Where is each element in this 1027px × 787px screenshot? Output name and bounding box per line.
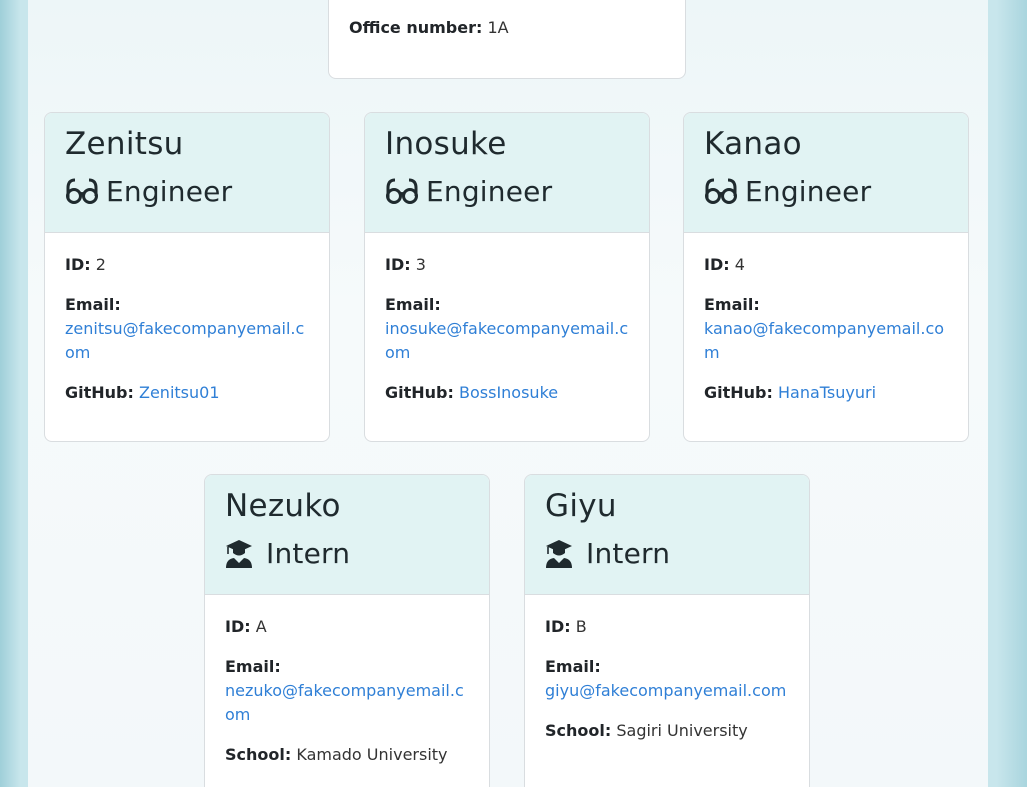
card-header: Kanao Engineer: [684, 113, 968, 233]
id-label: ID:: [545, 617, 571, 636]
employee-name: Nezuko: [225, 488, 341, 524]
employee-role: Engineer: [704, 171, 948, 211]
employee-name: Kanao: [704, 126, 802, 162]
github-label: GitHub:: [704, 383, 773, 402]
id-field: ID: A: [225, 615, 469, 639]
github-field: GitHub: HanaTsuyuri: [704, 381, 948, 405]
id-label: ID:: [65, 255, 91, 274]
card-header: Inosuke Engineer: [365, 113, 649, 233]
email-label: Email:: [65, 295, 121, 314]
id-value: A: [255, 617, 267, 636]
id-field: ID: B: [545, 615, 789, 639]
github-link[interactable]: HanaTsuyuri: [778, 383, 876, 402]
employee-card-zenitsu: Zenitsu Engineer ID: 2 Email: zenitsu@fa…: [44, 112, 330, 442]
employee-role: Intern: [225, 533, 469, 573]
email-link[interactable]: giyu@fakecompanyemail.com: [545, 681, 786, 700]
school-field: School: Sagiri University: [545, 719, 789, 743]
id-field: ID: 4: [704, 253, 948, 277]
card-header: Giyu Intern: [525, 475, 809, 595]
email-link[interactable]: kanao@fakecompanyemail.com: [704, 319, 944, 362]
graduate-icon: [546, 540, 572, 568]
office-number-label: Office number:: [349, 18, 483, 37]
employee-card-inosuke: Inosuke Engineer ID: 3 Email: inosuke@fa…: [364, 112, 650, 442]
email-link[interactable]: zenitsu@fakecompanyemail.com: [65, 319, 304, 362]
github-link[interactable]: BossInosuke: [459, 383, 558, 402]
school-value: Sagiri University: [616, 721, 748, 740]
office-number-value: 1A: [487, 18, 509, 37]
card-body: ID: A Email: nezuko@fakecompanyemail.com…: [205, 595, 489, 787]
employee-role: Engineer: [65, 171, 309, 211]
team-page: Office number: 1A Zenitsu Engineer ID: 2: [28, 0, 988, 787]
id-label: ID:: [385, 255, 411, 274]
school-label: School:: [545, 721, 612, 740]
email-label: Email:: [704, 295, 760, 314]
school-field: School: Kamado University: [225, 743, 469, 767]
github-label: GitHub:: [65, 383, 134, 402]
id-field: ID: 3: [385, 253, 629, 277]
id-field: ID: 2: [65, 253, 309, 277]
email-label: Email:: [225, 657, 281, 676]
role-label: Intern: [586, 536, 671, 570]
email-label: Email:: [385, 295, 441, 314]
id-value: B: [575, 617, 587, 636]
glasses-icon: [66, 178, 98, 204]
id-value: 2: [95, 255, 106, 274]
email-field: Email: inosuke@fakecompanyemail.com: [385, 293, 629, 365]
email-label: Email:: [545, 657, 601, 676]
email-field: Email: zenitsu@fakecompanyemail.com: [65, 293, 309, 365]
github-field: GitHub: Zenitsu01: [65, 381, 309, 405]
glasses-icon: [386, 178, 418, 204]
id-label: ID:: [225, 617, 251, 636]
role-label: Intern: [266, 536, 351, 570]
card-body: ID: 4 Email: kanao@fakecompanyemail.com …: [684, 233, 968, 439]
github-field: GitHub: BossInosuke: [385, 381, 629, 405]
employee-card-giyu: Giyu Intern ID: B Email: giyu@fakecompan…: [524, 474, 810, 787]
github-link[interactable]: Zenitsu01: [139, 383, 220, 402]
school-value: Kamado University: [296, 745, 448, 764]
email-field: Email: kanao@fakecompanyemail.com: [704, 293, 948, 365]
github-label: GitHub:: [385, 383, 454, 402]
employee-card-kanao: Kanao Engineer ID: 4 Email: kanao@fakeco…: [683, 112, 969, 442]
role-label: Engineer: [106, 174, 233, 208]
employee-name: Zenitsu: [65, 126, 184, 162]
email-field: Email: nezuko@fakecompanyemail.com: [225, 655, 469, 727]
card-header: Nezuko Intern: [205, 475, 489, 595]
school-label: School:: [225, 745, 292, 764]
id-value: 3: [415, 255, 426, 274]
glasses-icon: [705, 178, 737, 204]
manager-card: Office number: 1A: [328, 0, 686, 79]
id-label: ID:: [704, 255, 730, 274]
card-body: ID: 3 Email: inosuke@fakecompanyemail.co…: [365, 233, 649, 439]
role-label: Engineer: [745, 174, 872, 208]
card-body: ID: B Email: giyu@fakecompanyemail.com S…: [525, 595, 809, 777]
employee-name: Inosuke: [385, 126, 507, 162]
id-value: 4: [734, 255, 745, 274]
employee-name: Giyu: [545, 488, 617, 524]
employee-role: Engineer: [385, 171, 629, 211]
email-field: Email: giyu@fakecompanyemail.com: [545, 655, 789, 703]
email-link[interactable]: nezuko@fakecompanyemail.com: [225, 681, 464, 724]
graduate-icon: [226, 540, 252, 568]
email-link[interactable]: inosuke@fakecompanyemail.com: [385, 319, 628, 362]
employee-role: Intern: [545, 533, 789, 573]
card-body: ID: 2 Email: zenitsu@fakecompanyemail.co…: [45, 233, 329, 439]
role-label: Engineer: [426, 174, 553, 208]
employee-card-nezuko: Nezuko Intern ID: A Email: nezuko@fakeco…: [204, 474, 490, 787]
card-header: Zenitsu Engineer: [45, 113, 329, 233]
